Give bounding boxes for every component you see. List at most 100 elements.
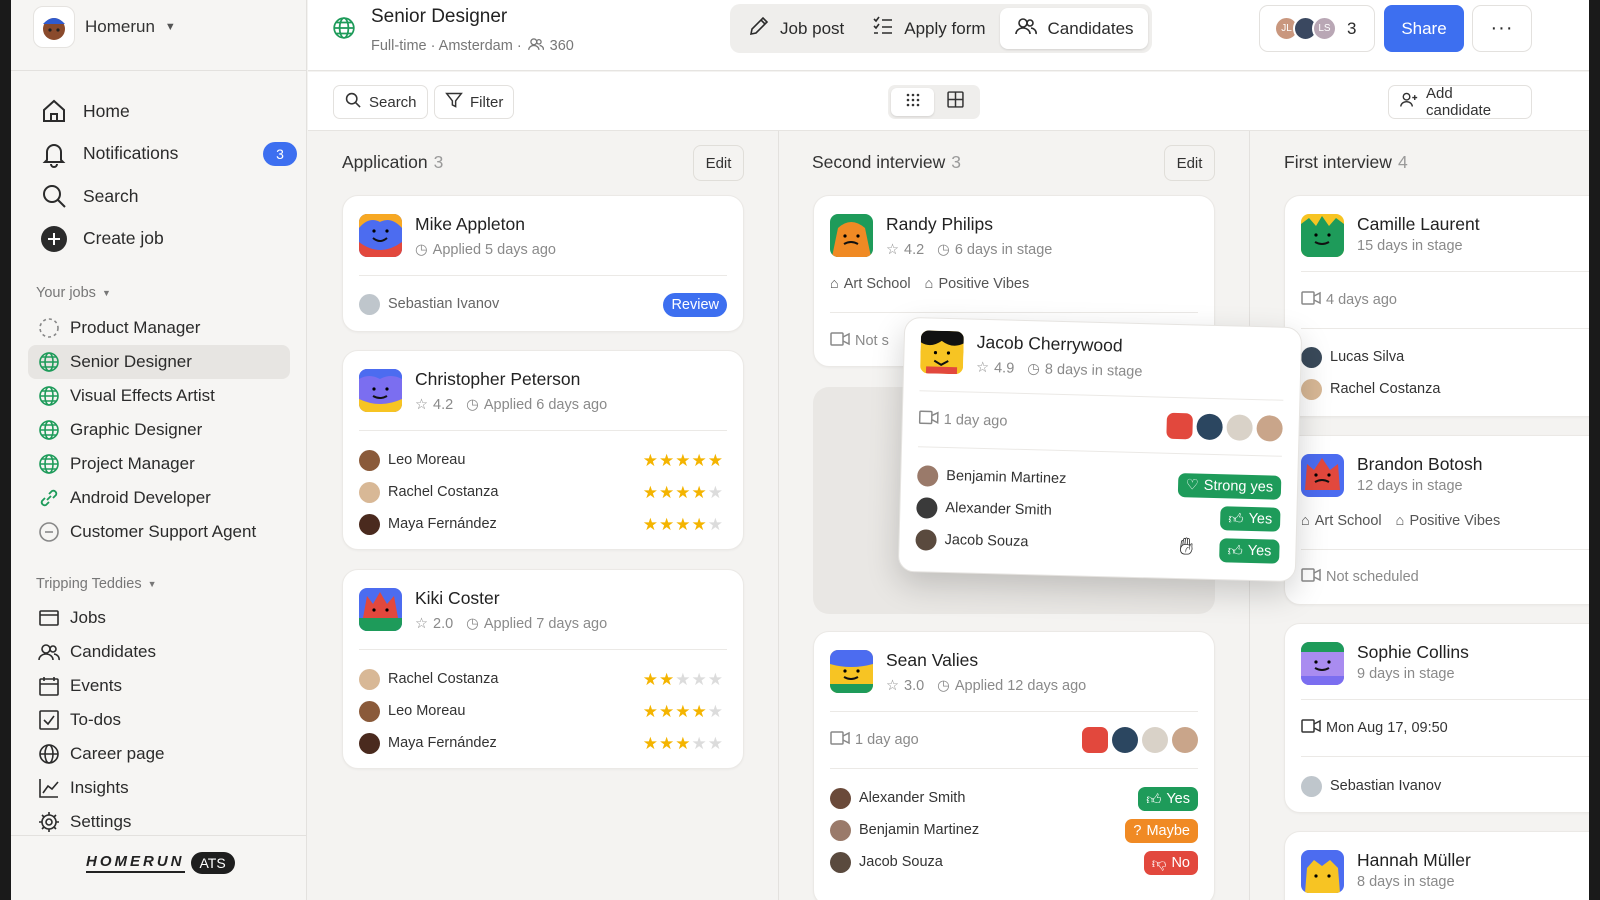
star-filled-icon: ★: [675, 451, 691, 470]
team-title: Tripping Teddies: [36, 576, 142, 592]
job-item-senior-designer[interactable]: Senior Designer: [28, 345, 290, 379]
interview-text: 1 day ago: [943, 411, 1008, 430]
star-filled-icon: ★: [642, 483, 658, 502]
nav-home[interactable]: Home: [39, 90, 301, 133]
share-button[interactable]: Share: [1384, 5, 1464, 52]
avatar: [915, 528, 937, 551]
collaborators[interactable]: JL LS 3: [1259, 5, 1375, 52]
job-title: Senior Designer: [371, 6, 508, 27]
star-outline-icon: ☆: [415, 616, 428, 632]
avatar: [1142, 727, 1168, 753]
nav-notifications[interactable]: Notifications 3: [39, 133, 301, 176]
workspace-switcher[interactable]: Homerun ▼: [33, 5, 176, 49]
candidate-card-hannah-muller[interactable]: Hannah Müller 8 days in stage: [1284, 831, 1589, 900]
candidate-card-jacob-cherrywood-dragging[interactable]: Jacob Cherrywood ☆ 4.9 ◷ 8 days in stage 1…: [897, 316, 1303, 583]
rating: 4.9: [993, 360, 1015, 377]
candidate-card-mike-appleton[interactable]: Mike Appleton ◷ Applied 5 days ago Sebast…: [342, 195, 744, 332]
link-icon: [38, 487, 60, 509]
job-item-graphic-designer[interactable]: Graphic Designer: [28, 413, 290, 447]
clock-icon: ◷: [937, 678, 950, 694]
add-person-icon: [1399, 91, 1419, 113]
nav-create-job[interactable]: Create job: [39, 218, 301, 261]
candidate-card-brandon-botosh[interactable]: Brandon Botosh 12 days in stage ⌂ Art Sch…: [1284, 435, 1589, 605]
person-row: Lucas Silva: [1301, 344, 1404, 370]
person-row: Rachel Costanza: [1301, 376, 1440, 402]
star-outline-icon: ☆: [886, 242, 899, 258]
job-header: Senior Designer Full-time · Amsterdam · …: [308, 0, 1589, 71]
candidate-card-kiki-coster[interactable]: Kiki Coster ☆ 2.0 ◷ Applied 7 days ago Rac…: [342, 569, 744, 769]
candidate-card-christopher-peterson[interactable]: Christopher Peterson ☆ 4.2 ◷ Applied 6 day…: [342, 350, 744, 550]
candidate-card-sophie-collins[interactable]: Sophie Collins 9 days in stage Mon Aug 1…: [1284, 623, 1589, 813]
filter-button[interactable]: Filter: [434, 85, 515, 119]
tab-candidates[interactable]: Candidates: [999, 8, 1148, 49]
tag[interactable]: ⌂ Positive Vibes: [1396, 513, 1501, 529]
star-filled-icon: ★: [659, 515, 675, 534]
interview-text: Not scheduled: [1326, 569, 1419, 585]
tab-apply-form[interactable]: Apply form: [858, 8, 999, 49]
team-item-label: Settings: [70, 812, 132, 831]
team-item-label: Candidates: [70, 642, 157, 661]
tab-label: Apply form: [904, 18, 986, 38]
tag[interactable]: ⌂ Positive Vibes: [925, 276, 1030, 292]
divider: [1301, 549, 1589, 550]
your-jobs-heading[interactable]: Your jobs ▼: [36, 285, 111, 301]
tag[interactable]: ⌂ Art School: [1301, 513, 1382, 529]
team-item-candidates[interactable]: Candidates: [28, 635, 290, 669]
team-item-todos[interactable]: To-dos: [28, 703, 290, 737]
job-item-label: Product Manager: [70, 318, 201, 337]
divider: [1301, 328, 1589, 329]
team-item-events[interactable]: Events: [28, 669, 290, 703]
nav-notifications-label: Notifications: [83, 143, 179, 164]
star-filled-icon: ★: [659, 734, 675, 753]
review-row: Maya Fernández: [359, 730, 497, 756]
candidate-card-sean-valies[interactable]: Sean Valies ☆ 3.0 ◷ Applied 12 days ago 1 …: [813, 631, 1215, 900]
team-item-jobs[interactable]: Jobs: [28, 601, 290, 635]
search-button[interactable]: Search: [333, 85, 428, 119]
voter-name: Alexander Smith: [859, 790, 966, 806]
vote-row: Alexander Smith: [830, 785, 965, 811]
team-item-career-page[interactable]: Career page: [28, 737, 290, 771]
video-icon: [1301, 568, 1321, 586]
gear-icon: [38, 811, 60, 833]
star-filled-icon: ★: [659, 670, 675, 689]
review-row: Rachel Costanza: [359, 479, 498, 505]
interviewer-avatars: [1082, 727, 1198, 753]
job-item-customer-support-agent[interactable]: Customer Support Agent: [28, 515, 290, 549]
tab-job-post[interactable]: Job post: [734, 8, 858, 49]
tag-icon: ⌂: [1301, 513, 1310, 529]
team-heading[interactable]: Tripping Teddies ▼: [36, 576, 157, 592]
team-item-insights[interactable]: Insights: [28, 771, 290, 805]
candidate-avatar: [359, 369, 402, 412]
tag-icon: ⌂: [1395, 513, 1405, 529]
team-item-settings[interactable]: Settings: [28, 805, 290, 839]
tag[interactable]: ⌂ Art School: [830, 276, 911, 292]
more-options-button[interactable]: ···: [1472, 5, 1532, 52]
add-candidate-button[interactable]: Add candidate: [1388, 85, 1532, 119]
compact-view-button[interactable]: [891, 88, 934, 116]
candidate-card-camille-laurent[interactable]: Camille Laurent 15 days in stage 4 days …: [1284, 195, 1589, 417]
job-item-product-manager[interactable]: Product Manager: [28, 311, 290, 345]
interview-status: Not s: [830, 332, 889, 350]
grid-view-button[interactable]: [934, 88, 977, 116]
nav-search[interactable]: Search: [39, 175, 301, 218]
candidate-name: Sean Valies: [886, 650, 979, 670]
avatar: [916, 464, 939, 487]
plus-circle-icon: [39, 224, 69, 254]
video-icon: [1301, 719, 1321, 737]
review-row: Rachel Costanza: [359, 666, 498, 692]
star-empty-icon: ★: [691, 670, 707, 689]
job-item-visual-effects-artist[interactable]: Visual Effects Artist: [28, 379, 290, 413]
job-item-project-manager[interactable]: Project Manager: [28, 447, 290, 481]
star-filled-icon: ★: [691, 483, 707, 502]
vote-row: Jacob Souza: [830, 849, 943, 875]
voter-name: Benjamin Martinez: [946, 467, 1067, 488]
rating: 2.0: [433, 616, 454, 632]
edit-second-interview-button[interactable]: Edit: [1164, 145, 1215, 181]
draft-circle-icon: [38, 317, 60, 339]
edit-application-button[interactable]: Edit: [693, 145, 744, 181]
job-item-android-developer[interactable]: Android Developer: [28, 481, 290, 515]
collaborator-count: 3: [1347, 18, 1357, 38]
logo-word: HOMERUN: [86, 853, 185, 873]
candidate-avatar: [830, 650, 873, 693]
avatar: [359, 732, 380, 754]
